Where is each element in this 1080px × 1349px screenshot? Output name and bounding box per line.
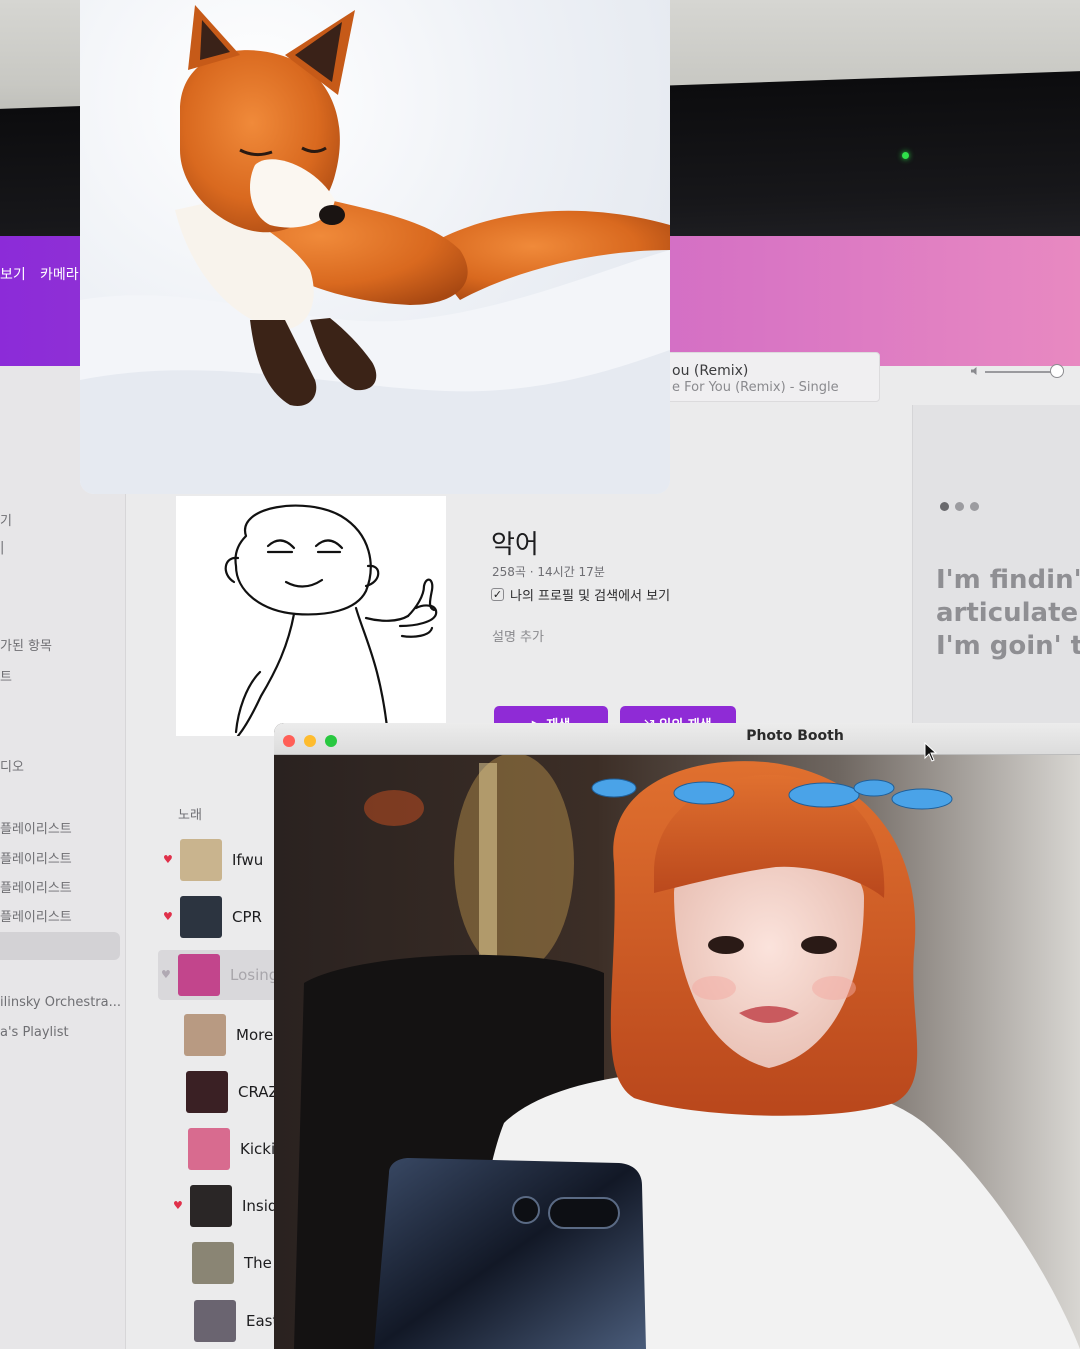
sidebar-item-radio[interactable]: 디오	[0, 756, 24, 775]
song-artwork	[192, 1242, 234, 1284]
more-options-icon[interactable]	[940, 502, 979, 511]
photo-booth-titlebar[interactable]	[274, 723, 1080, 755]
sidebar-item-playlist[interactable]: 플레이리스트	[0, 818, 72, 837]
browser-tab-view[interactable]: 보기	[0, 264, 26, 284]
browser-tab-camera[interactable]: 카메라	[40, 264, 79, 284]
song-artwork	[180, 839, 222, 881]
profile-visibility-toggle[interactable]: ✓ 나의 프로필 및 검색에서 보기	[491, 585, 670, 604]
sidebar-item[interactable]: 기	[0, 510, 12, 529]
mouse-cursor-icon	[924, 742, 938, 762]
zoom-window-icon[interactable]	[325, 735, 337, 747]
sidebar-selection-highlight	[0, 932, 120, 960]
song-artwork	[194, 1300, 236, 1342]
thumbs-up-doodle-icon	[224, 504, 438, 738]
sidebar-item-playlist[interactable]: 플레이리스트	[0, 877, 72, 896]
loved-heart-icon[interactable]: ♥	[161, 968, 171, 981]
song-artwork	[180, 896, 222, 938]
song-row[interactable]: ♥ CPR	[160, 892, 290, 942]
sidebar-item-recently-added[interactable]: 가된 항목	[0, 635, 52, 654]
window-title: Photo Booth	[746, 728, 844, 744]
playlist-title[interactable]: 악어	[491, 524, 539, 561]
song-row[interactable]: ♥ Losing	[158, 950, 288, 1000]
song-title: Losing	[230, 966, 279, 984]
playlist-meta: 258곡 · 14시간 17분	[492, 565, 605, 579]
song-artwork	[184, 1014, 226, 1056]
loved-heart-icon[interactable]: ♥	[173, 1199, 183, 1212]
sidebar-item-playlist[interactable]: ilinsky Orchestra...	[0, 995, 121, 1010]
sidebar-item-playlist[interactable]: 플레이리스트	[0, 848, 72, 867]
volume-slider-knob[interactable]	[1050, 364, 1064, 378]
checkbox-checked-icon[interactable]: ✓	[491, 588, 504, 601]
fox-illustration-icon	[80, 5, 670, 494]
minimize-window-icon[interactable]	[304, 735, 316, 747]
loved-heart-icon[interactable]: ♥	[163, 910, 173, 923]
camera-feed	[274, 753, 1080, 1349]
playlist-artwork	[176, 496, 446, 738]
sidebar-item-playlist[interactable]: 플레이리스트	[0, 906, 72, 925]
close-window-icon[interactable]	[283, 735, 295, 747]
photo-booth-window[interactable]	[274, 723, 1080, 1349]
now-playing-subtitle: e For You (Remix) - Single	[672, 380, 839, 395]
song-title: Ifwu	[232, 851, 264, 869]
lyric-line: I'm findin' w	[936, 565, 1080, 595]
song-artwork	[188, 1128, 230, 1170]
lyric-line: I'm goin' th	[936, 631, 1080, 661]
sidebar-item[interactable]: 트	[0, 666, 12, 685]
songs-column-header: 노래	[178, 808, 202, 823]
volume-icon	[971, 367, 977, 375]
profile-visibility-label: 나의 프로필 및 검색에서 보기	[510, 589, 671, 604]
song-artwork	[186, 1071, 228, 1113]
song-artwork	[178, 954, 220, 996]
add-description-field[interactable]: 설명 추가	[492, 626, 544, 645]
song-row[interactable]: ♥ Ifwu	[160, 835, 290, 885]
sidebar-item-playlist[interactable]: a's Playlist	[0, 1025, 69, 1040]
lyric-line: articulate t	[936, 598, 1080, 628]
volume-slider-track[interactable]	[985, 371, 1055, 373]
camera-indicator-light	[902, 152, 909, 159]
now-playing-title: ou (Remix)	[672, 363, 749, 379]
fox-photo	[80, 0, 670, 494]
loved-heart-icon[interactable]: ♥	[163, 853, 173, 866]
song-artwork	[190, 1185, 232, 1227]
song-title: CPR	[232, 908, 262, 926]
sidebar-item[interactable]: |	[0, 540, 4, 555]
